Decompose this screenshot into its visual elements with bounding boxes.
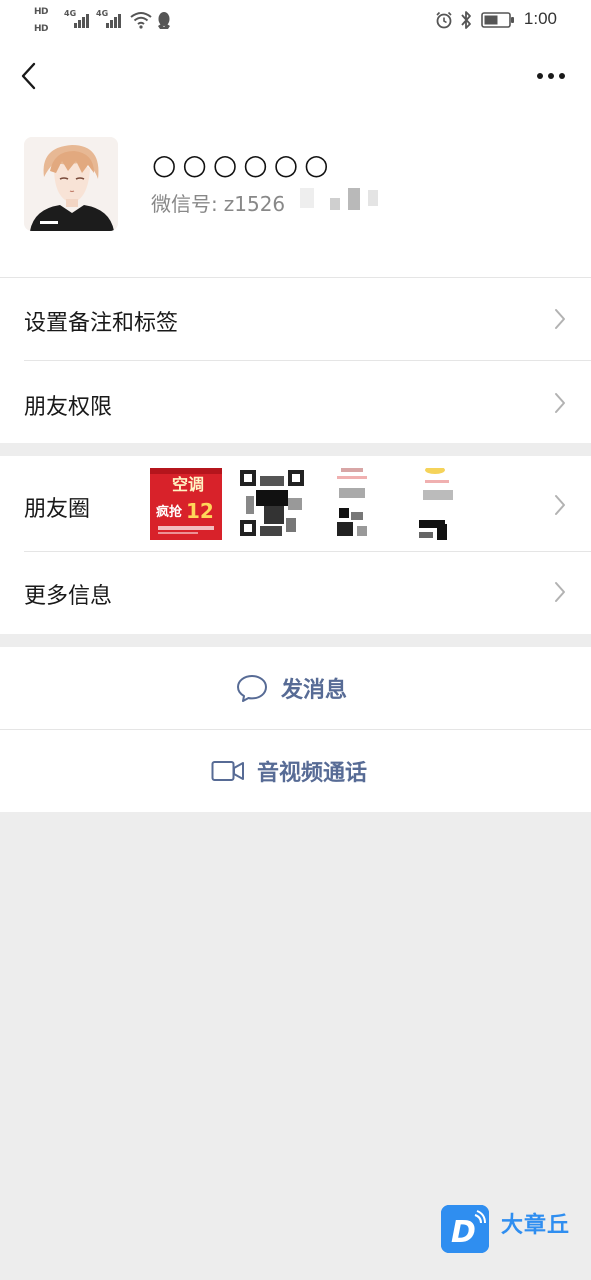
row-more-info-label: 更多信息 <box>24 584 113 609</box>
redaction-mark <box>300 188 314 208</box>
redaction-mark <box>330 198 340 210</box>
row-friend-permissions-label: 朋友权限 <box>24 395 113 420</box>
wechat-id-value: z1526 <box>223 192 286 216</box>
watermark: D 大章丘 <box>441 1205 587 1257</box>
qq-icon <box>158 12 170 29</box>
back-button[interactable] <box>14 60 46 92</box>
row-moments[interactable]: 朋友圈 空调 疯抢 12 <box>0 456 591 551</box>
send-message-label: 发消息 <box>281 678 348 703</box>
poster-prefix: 疯抢 <box>156 504 183 520</box>
moments-thumb-3[interactable] <box>327 468 399 540</box>
alarm-icon <box>436 11 452 29</box>
row-remark-tags-label: 设置备注和标签 <box>24 311 179 336</box>
brand-logo-letter: D <box>451 1215 476 1250</box>
hd-badge-1: HD <box>34 7 49 17</box>
video-call-content: 音视频通话 <box>211 730 367 812</box>
send-message-content: 发消息 <box>236 647 347 729</box>
info-section: 朋友圈 空调 疯抢 12 更多信息 <box>0 456 591 634</box>
battery-icon <box>481 12 514 28</box>
more-dots-icon <box>537 73 565 79</box>
bluetooth-icon <box>461 11 471 29</box>
redaction-mark <box>368 190 378 206</box>
avatar-illustration <box>24 137 118 231</box>
wechat-id-label: 微信号: <box>151 192 218 216</box>
poster-title: 空调 <box>172 475 204 494</box>
settings-section: 设置备注和标签 朋友权限 <box>0 277 591 443</box>
video-call-label: 音视频通话 <box>257 761 368 786</box>
row-moments-label: 朋友圈 <box>24 497 91 522</box>
hd-indicator: HD HD <box>34 6 60 40</box>
brand-logo: D <box>441 1205 489 1253</box>
row-friend-permissions[interactable]: 朋友权限 <box>0 361 591 443</box>
nav-bar <box>0 40 591 114</box>
moments-thumb-poster[interactable]: 空调 疯抢 12 <box>150 468 222 540</box>
poster-number: 12 <box>186 499 214 523</box>
row-more-info[interactable]: 更多信息 <box>0 552 591 634</box>
moments-thumb-4[interactable] <box>415 468 487 540</box>
wifi-icon <box>130 12 152 29</box>
chevron-right-icon <box>555 393 565 413</box>
profile-header: ○○○○○○ 微信号: z1526 <box>0 114 591 277</box>
hd-badge-2: HD <box>34 24 49 34</box>
send-message-button[interactable]: 发消息 <box>0 647 591 729</box>
poster-image: 空调 疯抢 12 <box>150 468 222 540</box>
moments-thumb-qrcode[interactable] <box>238 468 310 540</box>
blurred-image <box>327 468 399 540</box>
video-call-button[interactable]: 音视频通话 <box>0 730 591 812</box>
video-camera-icon <box>211 761 244 781</box>
clock-time: 1:00 <box>523 9 557 28</box>
row-remark-tags[interactable]: 设置备注和标签 <box>0 277 591 360</box>
blurred-image <box>415 468 487 540</box>
chevron-right-icon <box>555 582 565 602</box>
brand-name: 大章丘 <box>501 1213 571 1238</box>
chat-bubble-icon <box>237 675 267 702</box>
status-bar: HD HD 4G 4G 1:00 <box>0 0 591 40</box>
brand-logo-icon: D <box>441 1205 489 1253</box>
nickname: ○○○○○○ <box>152 148 335 181</box>
chevron-right-icon <box>555 309 565 329</box>
chevron-right-icon <box>555 495 565 515</box>
avatar[interactable] <box>24 137 118 231</box>
redaction-mark <box>348 188 360 210</box>
qrcode-image <box>238 468 310 540</box>
more-button[interactable] <box>535 64 567 88</box>
chevron-left-icon <box>21 62 36 90</box>
wechat-id: 微信号: z1526 <box>151 188 285 217</box>
